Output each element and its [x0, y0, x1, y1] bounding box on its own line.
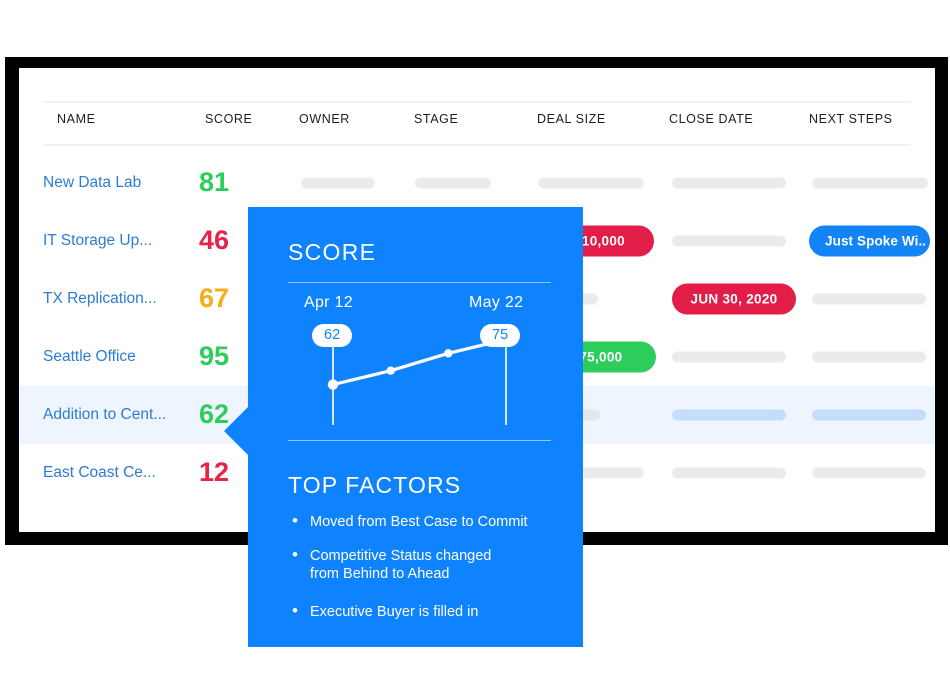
placeholder-bar: [672, 409, 786, 421]
deal-name-link[interactable]: IT Storage Up...: [43, 232, 152, 250]
top-factor-item: Competitive Status changedfrom Behind to…: [292, 546, 491, 583]
score-detail-popup: SCORE Apr 12 May 22 62 75 TOP FACTORS Mo…: [248, 207, 583, 647]
chart-point: [444, 349, 453, 358]
column-header-name[interactable]: NAME: [57, 112, 96, 126]
placeholder-bar: [812, 467, 926, 479]
top-factors-title: TOP FACTORS: [288, 472, 462, 498]
popup-divider-bottom: [288, 440, 551, 441]
placeholder-bar: [812, 351, 926, 363]
placeholder-bar: [301, 177, 375, 189]
deal-name-link[interactable]: TX Replication...: [43, 290, 157, 308]
deal-name-link[interactable]: Seattle Office: [43, 348, 136, 366]
placeholder-bar: [672, 351, 786, 363]
deal-score-value: 81: [199, 166, 230, 197]
placeholder-bar: [672, 177, 786, 189]
chart-start-value-badge: 62: [312, 324, 353, 347]
placeholder-bar: [538, 177, 644, 189]
close-date-badge[interactable]: JUN 30, 2020: [672, 283, 796, 315]
placeholder-bar: [812, 177, 928, 189]
placeholder-bar: [812, 293, 926, 305]
popup-score-title: SCORE: [288, 239, 377, 265]
chart-point: [327, 379, 339, 390]
deal-score-value: 12: [199, 456, 230, 487]
deal-score-value: 46: [199, 224, 230, 255]
column-header-stage[interactable]: STAGE: [414, 112, 458, 126]
placeholder-bar: [672, 467, 786, 479]
popup-pointer-arrow: [224, 406, 249, 456]
column-header-deal-size[interactable]: DEAL SIZE: [537, 112, 606, 126]
deal-name-link[interactable]: Addition to Cent...: [43, 406, 166, 424]
chart-end-value-badge: 75: [480, 324, 521, 347]
top-factor-item: Moved from Best Case to Commit: [292, 512, 528, 531]
column-header-next-steps[interactable]: NEXT STEPS: [809, 112, 893, 126]
header-rule-bottom: [43, 144, 911, 146]
next-steps-badge[interactable]: Just Spoke Wi..: [809, 225, 930, 257]
screenshot-stage: NAME SCORE OWNER STAGE DEAL SIZE CLOSE DATE NE…: [0, 0, 950, 700]
deal-name-link[interactable]: East Coast Ce...: [43, 464, 156, 482]
column-header-close-date[interactable]: CLOSE DATE: [669, 112, 753, 126]
placeholder-bar: [672, 235, 786, 247]
column-header-owner[interactable]: OWNER: [299, 112, 350, 126]
table-row[interactable]: New Data Lab 81: [19, 154, 935, 212]
deal-name-link[interactable]: New Data Lab: [43, 174, 141, 192]
deal-score-value: 95: [199, 340, 230, 371]
chart-point: [386, 366, 395, 375]
chart-end-date-label: May 22: [469, 294, 524, 311]
deal-score-value: 67: [199, 282, 230, 313]
header-rule-top: [43, 101, 911, 103]
top-factor-item: Executive Buyer is filled in: [292, 602, 478, 621]
column-header-score[interactable]: SCORE: [205, 112, 252, 126]
placeholder-bar: [415, 177, 491, 189]
popup-divider-top: [288, 282, 551, 283]
chart-start-date-label: Apr 12: [304, 294, 353, 311]
chart-trend-line: [331, 337, 508, 387]
placeholder-bar: [812, 409, 926, 421]
